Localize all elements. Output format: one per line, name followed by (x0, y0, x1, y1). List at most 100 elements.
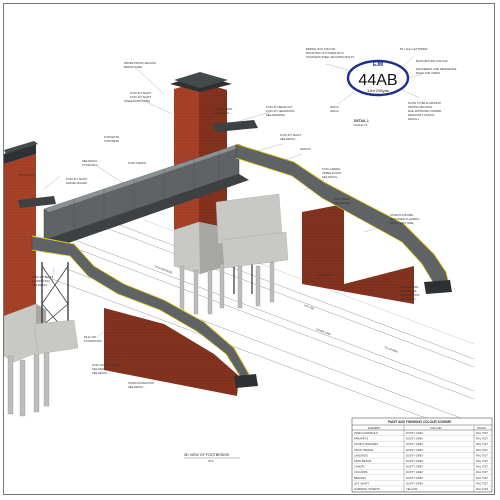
detail-label: RESISTANT FIXINGS (408, 113, 435, 117)
right-landing (215, 193, 289, 309)
table-title: PAINT AND FINISHING COLOUR SCHEME (388, 420, 451, 424)
track-label: DOWN LINE (316, 327, 332, 336)
table-cell: LANDINGS (354, 453, 368, 457)
table-cell: OPEN HANDRAILS (354, 431, 378, 435)
callout-label: FOR LIFT BEAM LIFT (266, 105, 293, 109)
detail-1: EJM 44AB 14m 295yds BRIDGE ID PLATE FOR … (306, 47, 457, 127)
table-cell: RAL 7037 (476, 470, 488, 474)
table-cell: DUSTY GREY (406, 465, 424, 469)
footbridge-3d-drawing: TO DOWNSIDE UP LINE DOWN LINE TO UPSIDE (4, 47, 493, 493)
callout-label: SEE DETAIL ... (32, 283, 50, 287)
callout-label: UPPER FLIGHT (322, 171, 342, 175)
callout-label: FOR LIFT SHAFT (32, 275, 54, 279)
table-cell: DUSTY GREY (406, 437, 424, 441)
callout-label: FOUNDATION (32, 279, 50, 283)
detail-label: STAINLESS STEEL SECURING BOLTS (306, 55, 354, 59)
table-cell: DUSTY GREY (406, 459, 424, 463)
detail-label: 350mm (330, 105, 340, 109)
table-cell: SPAN BEAMS (354, 459, 371, 463)
table-cell: STAIR TREADS (354, 448, 374, 452)
track-label: TO UPSIDE (384, 345, 399, 354)
badge-code: 44AB (358, 72, 397, 89)
callout-label: CORNER POST (400, 293, 420, 297)
callout-label: CONCRETE (104, 139, 119, 143)
callout-label: FOR LIFT HEADROOM (266, 109, 295, 113)
table-cell: DUSTY GREY (406, 453, 424, 457)
table-cell: DUSTY GREY (406, 470, 424, 474)
callout-label: FOUNDATION (316, 273, 334, 277)
callout-label: ENCLOSED CLADDING (390, 217, 419, 221)
detail-label: BACKGROUND COLOUR (416, 59, 448, 63)
table-cell: RAL 7037 (476, 448, 488, 452)
detail-label: DETAIL 1 (408, 117, 420, 121)
callout-label: FOR LIFT SHAFT (130, 95, 152, 99)
callout-label: SEE DETAIL ... (400, 297, 418, 301)
detail-label: 200mm (330, 109, 340, 113)
table-cell: RAL 7037 (476, 459, 488, 463)
table-header: COLOUR (430, 426, 442, 430)
callout-label: STAIR PLATFORM (390, 213, 414, 217)
table-cell: LIFT SHAFT (354, 481, 369, 485)
drawing-sheet: TO DOWNSIDE UP LINE DOWN LINE TO UPSIDE (3, 3, 495, 495)
callout-label: SEE DETAIL ... (128, 385, 146, 389)
detail-label: PROTECTED WITH (408, 105, 432, 109)
table-cell: RAL 7037 (476, 431, 488, 435)
callout-label: TO DETAIL 1 (82, 163, 98, 167)
table-cell: COLUMNS (354, 470, 368, 474)
detail-label: RAIL APPROVED TAMPER (408, 109, 441, 113)
detail-title: DETAIL 1 (354, 119, 369, 123)
track-label: UP LINE (304, 303, 315, 310)
table-cell: STAIR STRINGERS (354, 442, 378, 446)
callout-label: FOR CANOPY (18, 173, 36, 177)
table-cell: BRACING (354, 476, 366, 480)
table-cell: YELLOW (406, 487, 418, 491)
callout-label: STEELWORK FINISH (124, 99, 150, 103)
badge-sub: 14m 295yds (367, 88, 389, 93)
table-header: FINISH (477, 426, 486, 430)
table-cell: RAL 7037 (476, 453, 488, 457)
callout-label: FOR LOWER LANDING (92, 363, 121, 367)
detail-label: MOUNTING ON TOWER WITH (306, 51, 344, 55)
track-label: TO DOWNSIDE (154, 264, 174, 274)
callout-label: FOR LANDING (400, 285, 418, 289)
table-cell: HANDRAIL INSERTS (354, 487, 380, 491)
table-cell: DUSTY GREY (406, 442, 424, 446)
callout-label: SEE DETAIL ... (82, 159, 100, 163)
table-cell: RAL 7037 (476, 442, 488, 446)
callout-label: SEE DRAWING (266, 113, 285, 117)
table-cell: DUSTY GREY (406, 481, 424, 485)
detail-label: MILES AND YARDS (416, 71, 440, 75)
callout-label: STAIR FOUNDATION (128, 381, 154, 385)
detail-label: BRIDGE ID PLATE FOR (306, 47, 335, 51)
table-cell: PARAPETS (354, 437, 368, 441)
badge-top: EJM (373, 62, 383, 68)
table-cell: RAL 7037 (476, 465, 488, 469)
table-cell: RAL 7037 (476, 437, 488, 441)
finishing-table: PAINT AND FINISHING COLOUR SCHEME ELEMEN… (351, 417, 493, 493)
callout-label: FOR LIFT SHAFT (66, 177, 88, 181)
table-cell: DUSTY GREY (406, 476, 424, 480)
callout-label: FOR LIFT SHAFT (280, 133, 302, 137)
callout-label: SEE DETAIL ... (92, 367, 110, 371)
callout-label: SEE DETAIL ... (280, 137, 298, 141)
callout-label: SEE DETAIL ... (214, 111, 232, 115)
callout-label: BRAND NAME ... (124, 65, 145, 69)
detail-label: 50 x 3mm LETTERING (400, 47, 428, 51)
callout-label: DETAILS (300, 147, 311, 151)
callout-label: BRICKWORK (400, 289, 417, 293)
callout-label: FOR LIFT SHAFT (130, 91, 152, 95)
table-cell: DUSTY GREY (406, 448, 424, 452)
callout-label: FOR LANDING (322, 167, 340, 171)
table-cell: DUSTY GREY (406, 431, 424, 435)
callout-label: WATER PROOF SEALING (124, 61, 156, 65)
callout-label: FOUNDATION (84, 339, 102, 343)
caption-title: 3D VIEW OF FOOTBRIDGE (184, 453, 230, 457)
callout-label: FOR DETAIL (104, 135, 120, 139)
callout-label: BRICKWORK (334, 201, 351, 205)
table-cell: RAL 1003 (476, 487, 488, 491)
detail-label: ENGINEER'S LINE REFERENCE (416, 67, 457, 71)
table-header: ELEMENT (368, 426, 381, 430)
drawing-caption: 3D VIEW OF FOOTBRIDGE NTS (184, 453, 240, 463)
detail-label: PLATE TO BE ALUMINIUM (408, 101, 441, 105)
table-cell: CANOPY (354, 465, 366, 469)
